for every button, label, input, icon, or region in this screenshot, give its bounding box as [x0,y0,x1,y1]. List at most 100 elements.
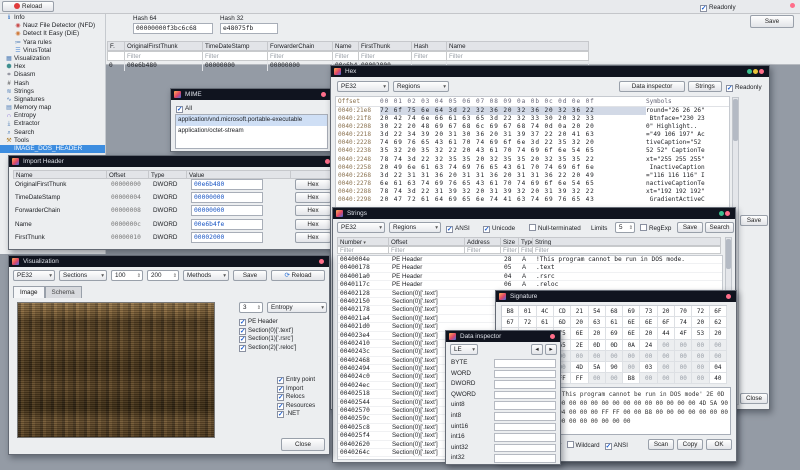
strings-button[interactable]: Strings [688,81,722,92]
signature-byte-cell[interactable]: 6D [554,317,571,328]
signature-byte-cell[interactable]: 20 [589,328,606,339]
signature-byte-cell[interactable]: 4D [571,362,588,373]
signature-byte-cell[interactable]: 67 [502,317,519,328]
region-checkbox[interactable]: ✓Section(1)['.rsrc'] [239,335,329,344]
endian-combo[interactable]: LE [450,344,478,355]
hex-row[interactable]: 0040:22183d 22 34 39 20 31 30 36 20 31 3… [336,131,729,139]
hex-row-bytes[interactable]: 20 42 74 6e 66 61 63 65 3d 22 32 33 30 2… [380,115,646,123]
column-header[interactable] [291,170,333,179]
signature-byte-cell[interactable]: 69 [606,328,623,339]
window-dot[interactable] [550,334,555,339]
mime-titlebar[interactable]: MIME [171,89,331,100]
signature-byte-cell[interactable]: 00 [623,351,640,362]
hex-readonly-checkbox[interactable]: ✓Readonly [726,83,762,92]
signature-byte-cell[interactable]: 90 [606,362,623,373]
hex-row-bytes[interactable]: 72 6f 75 6e 64 3d 22 32 36 20 32 36 20 3… [380,107,646,115]
column-header[interactable]: Name [13,170,107,179]
count-spinner[interactable]: 3 [239,302,263,313]
hex-row[interactable]: 0040:228878 74 3d 22 31 39 32 20 31 39 3… [336,188,729,196]
hex-close-button[interactable]: Close [740,393,768,404]
inspector-value-input[interactable] [494,454,556,463]
sidebar-item[interactable]: ≔Yara rules [0,39,105,47]
filter-input[interactable]: Filter [359,51,412,61]
import-table-column-header[interactable]: Hash [412,41,447,51]
signature-byte-cell[interactable]: 00 [710,351,727,362]
signature-byte-cell[interactable]: 44 [658,328,675,339]
field-value-input[interactable]: 00000000 [191,205,263,216]
signature-byte-cell[interactable]: 20 [640,328,657,339]
hex-row-bytes[interactable]: 20 49 6e 61 63 74 69 76 65 43 61 70 74 6… [380,164,646,172]
sidebar-item[interactable]: ◉Detect It Easy (DiE) [0,30,105,38]
option-checkbox[interactable]: ✓Entry point [277,376,329,385]
inspector-value-input[interactable] [494,444,556,453]
inspector-value-input[interactable] [494,391,556,400]
save-button[interactable]: Save [750,15,794,28]
signature-checkbox[interactable]: ✓ANSI [605,441,628,450]
signature-byte-cell[interactable]: 24 [640,340,657,351]
hex-row-bytes[interactable]: 6e 61 63 74 69 76 65 43 61 70 74 69 6f 6… [380,180,646,188]
binary-visualization-image[interactable] [17,302,215,438]
column-header[interactable]: Type [519,237,533,246]
sidebar-item[interactable]: ▦Visualization [0,55,105,63]
signature-button[interactable]: Scan [648,439,674,450]
string-row[interactable]: 0040117cPE Header06A.reloc [338,281,722,289]
signature-byte-cell[interactable]: 6E [640,317,657,328]
hex-row[interactable]: 0040:21f820 42 74 6e 66 61 63 65 3d 22 3… [336,115,729,123]
entropy-combo[interactable]: Entropy [267,302,327,313]
field-value-input[interactable]: 00e6b4fe [191,219,263,230]
hex-row-bytes[interactable]: 20 47 72 61 64 69 65 6e 74 41 63 74 69 7… [380,196,646,204]
signature-byte-cell[interactable]: 4C [537,306,554,317]
hex-row-bytes[interactable]: 78 74 3d 22 32 35 35 20 32 35 35 20 32 3… [380,156,646,164]
signature-byte-cell[interactable]: 63 [589,317,606,328]
filter-input[interactable] [107,51,125,61]
signature-byte-cell[interactable]: 2E [571,340,588,351]
signature-byte-cell[interactable]: 72 [519,317,536,328]
sidebar-item[interactable]: IMAGE_DOS_HEADER [0,145,105,153]
sidebar-item[interactable]: #Hash [0,80,105,88]
field-value-input[interactable]: 00002000 [191,232,263,243]
string-row[interactable]: 004001a0PE Header04A.rsrc [338,273,722,281]
signature-byte-cell[interactable]: 20 [658,306,675,317]
option-checkbox[interactable]: ✓Relocs [277,393,329,402]
visualization-titlebar[interactable]: Visualization [9,256,329,267]
signature-byte-cell[interactable]: 68 [606,306,623,317]
sections-combo[interactable]: Sections [59,270,107,281]
signature-byte-cell[interactable]: FF [571,373,588,384]
window-dot[interactable] [759,69,764,74]
signature-byte-cell[interactable]: 6F [710,306,727,317]
hex-row[interactable]: 0040:22683d 22 31 31 36 20 31 31 36 20 3… [336,172,729,180]
reload-button[interactable]: Reload [2,1,54,12]
signature-byte-cell[interactable]: 6F [658,317,675,328]
sidebar-item[interactable]: ℹInfo [0,14,105,22]
unicode-checkbox[interactable]: ✓Unicode [483,224,515,233]
column-header[interactable]: Number [337,237,389,246]
inspector-value-input[interactable] [494,433,556,442]
signature-byte-cell[interactable]: 20 [692,317,709,328]
signature-byte-cell[interactable]: 00 [640,373,657,384]
signature-byte-cell[interactable]: 4F [675,328,692,339]
signature-byte-cell[interactable]: 00 [675,373,692,384]
signature-titlebar[interactable]: Signature [496,291,736,302]
field-value-input[interactable]: 00e6b480 [191,179,263,190]
methods-combo[interactable]: Methods [183,270,229,281]
height-spinner[interactable]: 200 [147,270,179,281]
signature-button[interactable]: Copy [677,439,703,450]
mime-list-item[interactable]: application/octet-stream [176,126,327,137]
filter-input[interactable]: Filter [465,246,501,254]
viz-close-button[interactable]: Close [281,438,325,451]
viz-save-button[interactable]: Save [233,270,267,281]
import-header-titlebar[interactable]: Import Header [9,156,335,167]
signature-byte-cell[interactable]: 00 [675,351,692,362]
column-header[interactable]: String [533,237,721,246]
signature-byte-cell[interactable]: B8 [623,373,640,384]
sidebar-item[interactable]: ⚒Tools [0,137,105,145]
inspector-value-input[interactable] [494,370,556,379]
signature-checkbox[interactable]: Wildcard [567,441,600,450]
hex-row-bytes[interactable]: 3d 22 34 39 20 31 30 36 20 31 39 37 22 2… [380,131,646,139]
mime-list-item[interactable]: application/vnd.microsoft.portable-execu… [176,115,327,126]
option-checkbox[interactable]: ✓Resources [277,402,329,411]
hex-row[interactable]: 0040:220830 22 20 48 69 67 68 6c 69 67 6… [336,123,729,131]
signature-byte-cell[interactable]: 00 [692,351,709,362]
signature-byte-cell[interactable]: 01 [519,306,536,317]
window-dot[interactable] [321,92,326,97]
